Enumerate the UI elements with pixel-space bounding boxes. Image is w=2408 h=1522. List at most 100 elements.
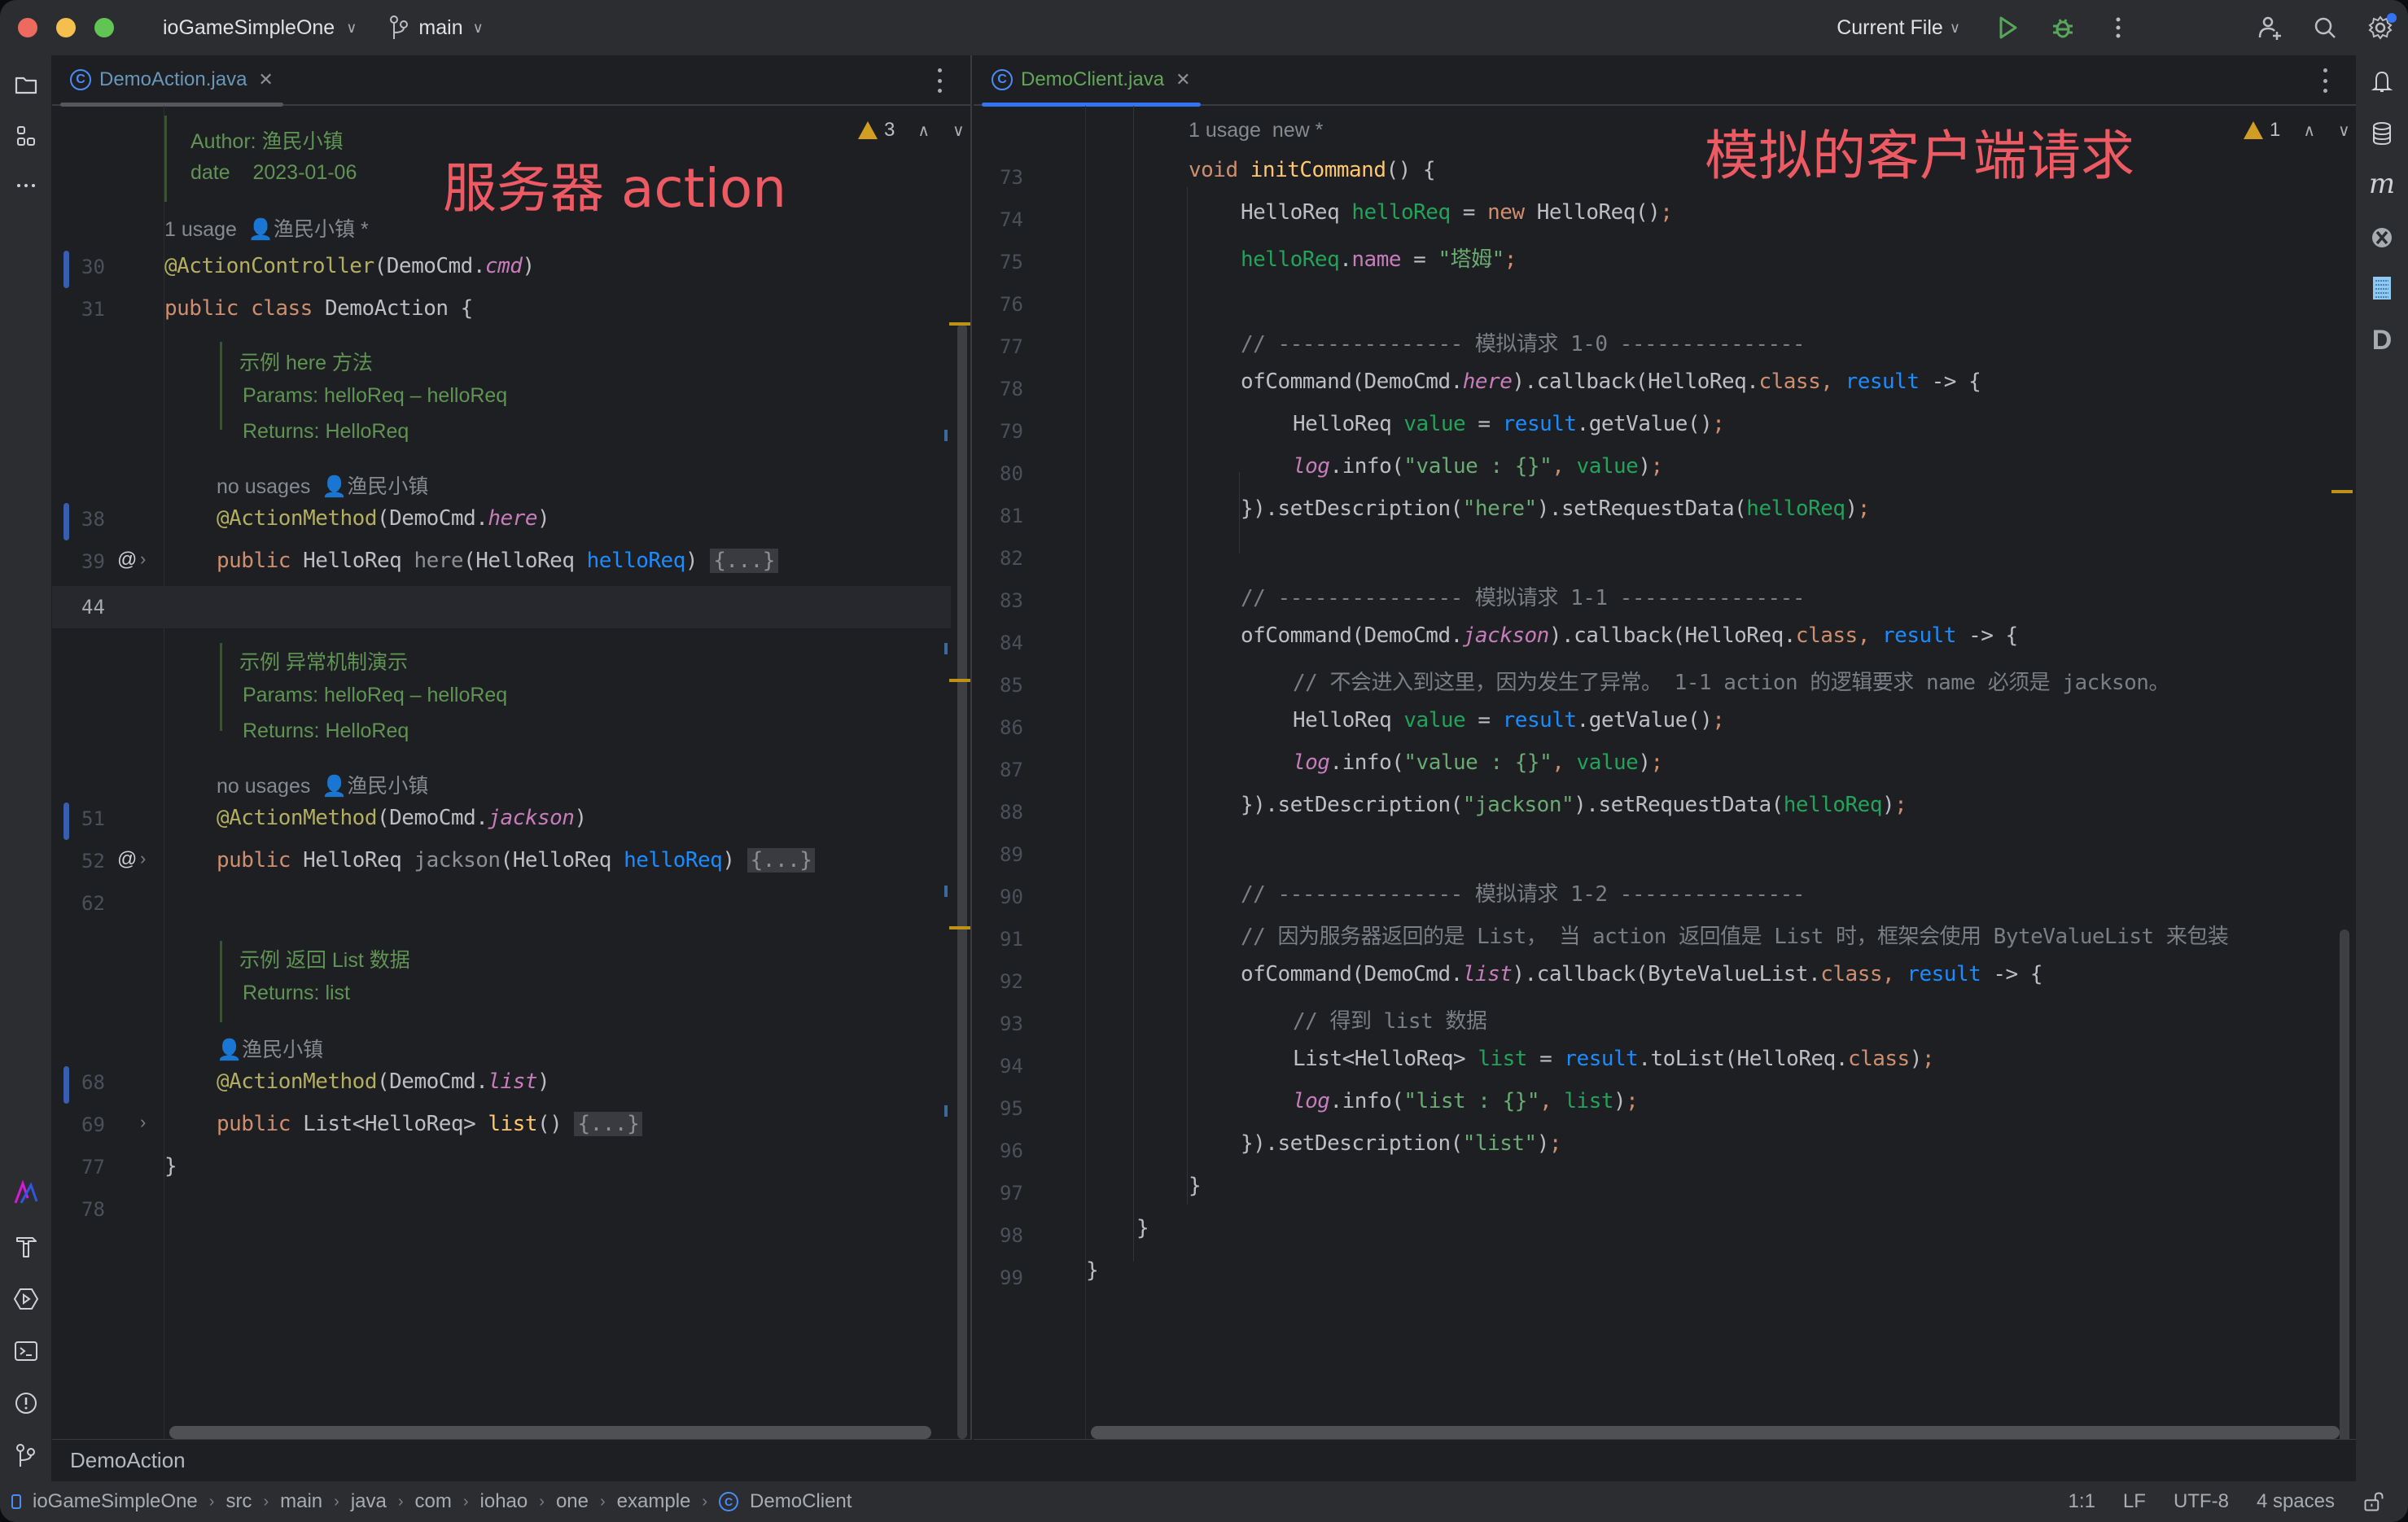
plugin-tool-button[interactable]: [10, 1177, 42, 1209]
breadcrumb-separator-icon: ›: [539, 1492, 545, 1511]
line-number: 30: [81, 256, 105, 278]
method-usage-hint[interactable]: 1 usage new *: [1189, 119, 1323, 142]
plugin-x-tool-button[interactable]: [2366, 221, 2398, 254]
status-bar: ioGameSimpleOne › src › main › java › co…: [0, 1481, 2408, 1522]
git-tool-button[interactable]: [10, 1439, 42, 1472]
services-tool-button[interactable]: [10, 1283, 42, 1315]
method-usage-hint[interactable]: no usages 👤渔民小镇: [217, 770, 428, 799]
debug-button[interactable]: [2048, 13, 2077, 42]
line-number: 78: [1000, 378, 1023, 400]
line-number: 97: [1000, 1182, 1023, 1205]
close-window-button[interactable]: [18, 18, 37, 37]
more-actions-button[interactable]: [2104, 13, 2133, 42]
vcs-change-marker[interactable]: [63, 251, 69, 288]
code-line-85: // 不会进入到这里，因为发生了异常。 1-1 action 的逻辑要求 nam…: [1293, 671, 2169, 695]
breadcrumb-item[interactable]: DemoClient: [750, 1490, 852, 1513]
code-area-left[interactable]: Author: 渔民小镇 date 2023-01-06 1 usage 👤渔民…: [164, 106, 970, 1439]
code-line-92: ofCommand(DemoCmd.list).callback(ByteVal…: [1241, 962, 2043, 986]
d-tool-button[interactable]: D: [2366, 324, 2398, 356]
unlock-icon[interactable]: [2362, 1490, 2385, 1513]
branch-selector[interactable]: main ∨: [389, 15, 484, 41]
breadcrumb-item[interactable]: java: [351, 1490, 387, 1513]
editor-right[interactable]: C DemoClient.java ✕ 1 ∧ ∨ 模拟的客户端请求 1 usa…: [974, 55, 2356, 1439]
breadcrumb-item[interactable]: iohao: [480, 1490, 528, 1513]
settings-button[interactable]: [2366, 13, 2397, 42]
breadcrumb-item[interactable]: main: [280, 1490, 322, 1513]
structure-tool-button[interactable]: [10, 120, 42, 153]
build-tool-button[interactable]: [10, 1231, 42, 1263]
terminal-tool-button[interactable]: [10, 1335, 42, 1367]
code-line-98: }: [1136, 1216, 1149, 1240]
horizontal-scrollbar[interactable]: [1091, 1426, 2340, 1439]
minimize-window-button[interactable]: [56, 18, 76, 37]
structure-breadcrumb-left[interactable]: DemoAction: [52, 1439, 972, 1481]
vcs-change-marker[interactable]: [63, 803, 69, 840]
indent-guide: [1133, 106, 1134, 1262]
vertical-scrollbar[interactable]: [2340, 929, 2349, 1439]
breadcrumb-item[interactable]: example: [617, 1490, 691, 1513]
fold-expand-icon[interactable]: ›: [140, 549, 146, 570]
maximize-window-button[interactable]: [94, 18, 114, 37]
code-area-right[interactable]: 1 usage new * void initCommand() { Hello…: [1086, 106, 2356, 1439]
binary-tool-button[interactable]: [2366, 272, 2398, 304]
vcs-change-marker[interactable]: [63, 1066, 69, 1104]
database-tool-button[interactable]: [2366, 117, 2398, 150]
close-tab-icon[interactable]: ✕: [1176, 69, 1190, 90]
doc-params: Params: helloReq – helloReq: [243, 684, 508, 706]
line-number: 98: [1000, 1224, 1023, 1247]
close-tab-icon[interactable]: ✕: [258, 69, 273, 90]
maven-tool-button[interactable]: m: [2366, 168, 2398, 200]
code-with-me-button[interactable]: [2255, 13, 2284, 42]
project-tool-button[interactable]: [10, 68, 42, 101]
vertical-scrollbar[interactable]: [957, 324, 967, 1439]
warning-stripe-marker[interactable]: [949, 679, 970, 682]
line-number: 82: [1000, 547, 1023, 570]
indent-setting[interactable]: 4 spaces: [2257, 1490, 2335, 1513]
search-everywhere-button[interactable]: [2310, 13, 2340, 42]
breadcrumb-item[interactable]: one: [556, 1490, 589, 1513]
warning-stripe-marker[interactable]: [949, 926, 970, 929]
breadcrumb-separator-icon: ›: [334, 1492, 339, 1511]
tab-demoaction[interactable]: C DemoAction.java ✕: [60, 55, 283, 107]
more-tools-button[interactable]: [10, 169, 42, 202]
terminal-icon: [15, 1341, 37, 1361]
java-class-icon: C: [992, 69, 1013, 90]
class-usage-hint[interactable]: 1 usage 👤渔民小镇 *: [164, 213, 369, 243]
line-number: 77: [1000, 335, 1023, 358]
add-user-icon: [2258, 16, 2281, 40]
implemented-at-icon[interactable]: @: [117, 549, 137, 571]
doc-bar: [220, 342, 222, 430]
fold-expand-icon[interactable]: ›: [140, 848, 146, 869]
file-encoding[interactable]: UTF-8: [2174, 1490, 2229, 1513]
editor-left[interactable]: C DemoAction.java ✕ 3 ∧ ∨ 服务器 action Aut…: [52, 55, 972, 1439]
code-line-80: log.info("value : {}", value);: [1293, 454, 1663, 479]
breadcrumb-separator-icon: ›: [599, 1492, 606, 1511]
tab-options-button[interactable]: [2317, 68, 2333, 93]
project-selector[interactable]: ioGameSimpleOne ∨: [163, 16, 357, 40]
doc-returns: Returns: list: [243, 982, 350, 1004]
notifications-button[interactable]: [2366, 65, 2398, 98]
line-number: 62: [81, 892, 105, 915]
code-line-81: }).setDescription("here").setRequestData…: [1241, 496, 1870, 521]
warning-stripe-marker[interactable]: [2331, 490, 2353, 493]
line-number: 68: [81, 1071, 105, 1094]
problems-tool-button[interactable]: [10, 1387, 42, 1419]
run-config-selector[interactable]: Current File ∨: [1837, 16, 1960, 40]
method-usage-hint[interactable]: 👤渔民小镇: [217, 1034, 323, 1063]
implemented-at-icon[interactable]: @: [117, 848, 137, 871]
tab-democlient[interactable]: C DemoClient.java ✕: [982, 55, 1201, 107]
fold-expand-icon[interactable]: ›: [140, 1112, 146, 1133]
line-number: 86: [1000, 716, 1023, 739]
tab-options-button[interactable]: [931, 68, 948, 93]
run-button[interactable]: [1993, 13, 2022, 42]
breadcrumb-item[interactable]: src: [225, 1490, 252, 1513]
warning-stripe-marker[interactable]: [949, 322, 970, 326]
caret-position[interactable]: 1:1: [2069, 1490, 2095, 1513]
horizontal-scrollbar[interactable]: [169, 1426, 931, 1439]
line-separator[interactable]: LF: [2123, 1490, 2146, 1513]
code-line-90: // --------------- 模拟请求 1-2 ------------…: [1241, 882, 1805, 907]
breadcrumb-item[interactable]: com: [415, 1490, 452, 1513]
vcs-change-marker[interactable]: [63, 503, 69, 540]
method-usage-hint[interactable]: no usages 👤渔民小镇: [217, 470, 428, 500]
breadcrumb-item[interactable]: ioGameSimpleOne: [33, 1490, 198, 1513]
